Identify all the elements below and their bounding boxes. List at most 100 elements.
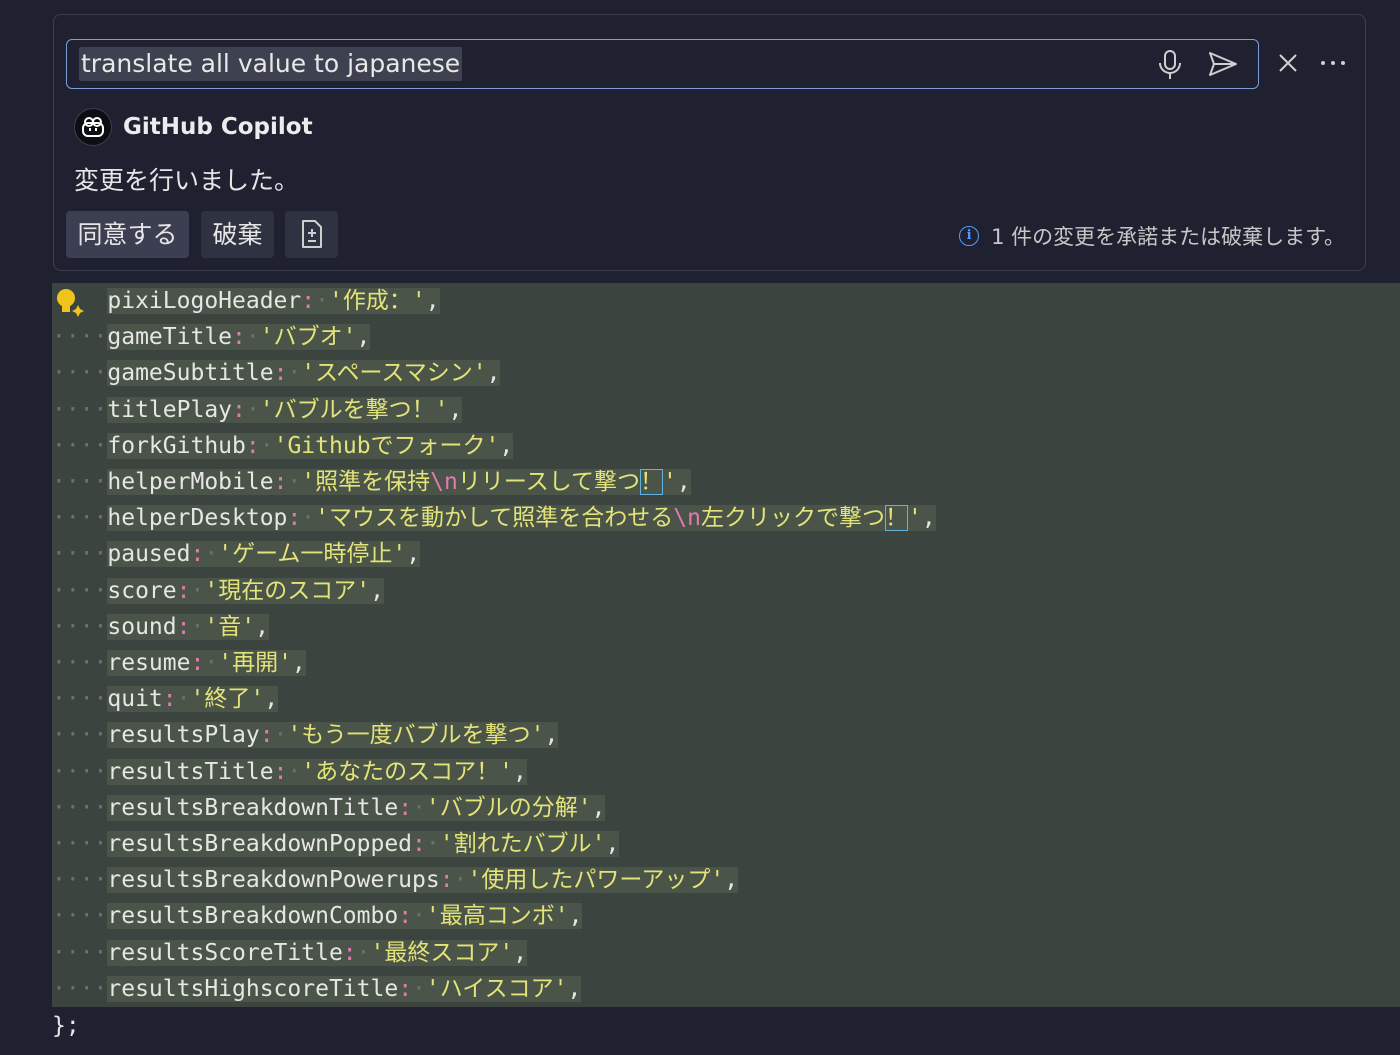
object-key: sound — [107, 613, 177, 640]
indent-whitespace: ···· — [52, 650, 108, 676]
comma-punctuation: , — [486, 360, 501, 387]
string-value: 再開 — [232, 650, 279, 676]
indent-whitespace: ···· — [52, 975, 108, 1002]
inserted-text-highlight: score:·'現在のスコア', — [107, 577, 384, 604]
colon-punctuation: : — [342, 939, 357, 966]
code-line[interactable]: ····helperDesktop:·'マウスを動かして照準を合わせる\n左クリ… — [52, 500, 1400, 536]
space-whitespace: · — [356, 939, 371, 966]
escape-sequence: \n — [430, 469, 458, 495]
string-quote: ' — [434, 396, 449, 423]
string-quote: ' — [328, 288, 343, 314]
comma-punctuation: , — [568, 903, 583, 930]
code-line[interactable]: ····resume:·'再開', — [52, 645, 1400, 681]
indent-whitespace: ···· — [52, 867, 108, 894]
string-quote: ' — [439, 831, 454, 857]
object-key: titlePlay — [107, 396, 233, 423]
colon-punctuation: : — [245, 432, 260, 459]
object-key: resultsTitle — [107, 758, 274, 785]
string-quote: ' — [370, 939, 385, 966]
code-line[interactable]: ····resultsBreakdownTitle:·'バブルの分解', — [52, 790, 1400, 826]
indent-whitespace: ···· — [52, 686, 108, 713]
code-line[interactable]: ····helperMobile:·'照準を保持\nリリースして撃つ！', — [52, 464, 1400, 500]
inserted-text-highlight: helperMobile:·'照準を保持\nリリースして撃つ！', — [107, 469, 691, 495]
string-value: スペースマシン — [315, 360, 473, 387]
show-diff-button[interactable] — [285, 211, 338, 258]
colon-punctuation: : — [259, 722, 274, 749]
string-quote: ' — [472, 360, 487, 387]
indent-whitespace: ···· — [52, 469, 108, 495]
string-quote: ' — [315, 505, 329, 532]
author-name: GitHub Copilot — [123, 114, 313, 140]
inserted-text-highlight: sound:·'音', — [107, 613, 269, 640]
string-value: バブオ — [273, 324, 343, 351]
object-key: resultsBreakdownPopped — [107, 831, 413, 857]
inserted-text-highlight: quit:·'終了', — [107, 686, 279, 713]
space-whitespace: · — [315, 288, 329, 314]
microphone-icon[interactable] — [1155, 49, 1185, 85]
close-icon[interactable] — [1276, 51, 1300, 79]
send-icon[interactable] — [1207, 50, 1239, 82]
object-key: resultsBreakdownCombo — [107, 903, 399, 930]
indent-whitespace: ···· — [52, 396, 108, 423]
code-line[interactable]: ····titlePlay:·'バブルを撃つ！', — [52, 392, 1400, 428]
string-quote: ' — [577, 794, 592, 821]
object-key: resume — [107, 650, 191, 676]
string-quote: ' — [467, 867, 482, 894]
code-line[interactable]: ····sound:·'音', — [52, 609, 1400, 645]
space-whitespace: · — [176, 686, 191, 713]
code-line[interactable]: ····gameSubtitle:·'スペースマシン', — [52, 355, 1400, 391]
colon-punctuation: : — [273, 758, 288, 785]
space-whitespace: · — [204, 541, 219, 568]
string-value: 最高コンボ — [439, 903, 555, 930]
comma-punctuation: , — [544, 722, 559, 749]
comma-punctuation: , — [499, 432, 514, 459]
string-quote: ' — [499, 758, 513, 785]
string-value: ゲーム一時停止 — [232, 541, 393, 568]
code-line[interactable]: ····resultsBreakdownPowerups:·'使用したパワーアッ… — [52, 862, 1400, 898]
string-quote: ' — [204, 577, 219, 604]
space-whitespace: · — [190, 577, 205, 604]
more-icon[interactable] — [1319, 51, 1347, 79]
colon-punctuation: : — [398, 975, 413, 1002]
string-value: もう一度バブルを撃つ — [301, 722, 531, 749]
object-key: gameTitle — [107, 324, 233, 351]
string-value: 左クリックで撃つ — [701, 505, 885, 532]
comma-punctuation: , — [724, 867, 739, 894]
indent-whitespace: ···· — [52, 831, 108, 857]
object-key: helperMobile — [107, 469, 274, 495]
string-value: 音 — [218, 613, 242, 640]
code-line[interactable]: ····quit:·'終了', — [52, 681, 1400, 717]
code-line[interactable]: ····resultsPlay:·'もう一度バブルを撃つ', — [52, 717, 1400, 753]
code-line[interactable]: ····resultsScoreTitle:·'最終スコア', — [52, 935, 1400, 971]
inserted-text-highlight: resume:·'再開', — [107, 650, 306, 676]
code-editor-diff[interactable]: pixiLogoHeader:·'作成：', ····gameTitle:·'バブ… — [52, 283, 1400, 1007]
accept-button[interactable]: 同意する — [66, 211, 189, 258]
string-value: 最終スコア — [384, 939, 500, 966]
code-line[interactable]: pixiLogoHeader:·'作成：', — [52, 283, 1400, 319]
space-whitespace: · — [190, 613, 205, 640]
object-key: resultsPlay — [107, 722, 260, 749]
code-line[interactable]: ····score:·'現在のスコア', — [52, 573, 1400, 609]
colon-punctuation: : — [287, 505, 302, 532]
object-key: quit — [107, 686, 163, 713]
string-quote: ' — [530, 722, 545, 749]
colon-punctuation: : — [398, 903, 413, 930]
string-value: 現在のスコア — [218, 577, 357, 604]
comma-punctuation: , — [406, 541, 421, 568]
code-line[interactable]: ····resultsBreakdownPopped:·'割れたバブル', — [52, 826, 1400, 862]
string-quote: ' — [710, 867, 725, 894]
chat-input[interactable]: translate all value to japanese — [66, 39, 1259, 89]
code-line[interactable]: ····resultsTitle:·'あなたのスコア！', — [52, 754, 1400, 790]
chat-input-value[interactable]: translate all value to japanese — [79, 47, 463, 81]
code-line[interactable]: ····resultsHighscoreTitle:·'ハイスコア', — [52, 971, 1400, 1007]
code-line[interactable]: ····paused:·'ゲーム一時停止', — [52, 536, 1400, 572]
code-line[interactable]: ····resultsBreakdownCombo:·'最高コンボ', — [52, 898, 1400, 934]
indent-whitespace: ···· — [52, 903, 108, 930]
code-line[interactable]: ····gameTitle:·'バブオ', — [52, 319, 1400, 355]
chat-reply: 変更を行いました。 — [74, 166, 300, 195]
code-line[interactable]: ····forkGithub:·'Githubでフォーク', — [52, 428, 1400, 464]
string-quote: ' — [411, 288, 426, 314]
string-quote: ' — [204, 613, 219, 640]
discard-button[interactable]: 破棄 — [201, 211, 274, 258]
indent-whitespace: ···· — [52, 722, 108, 749]
